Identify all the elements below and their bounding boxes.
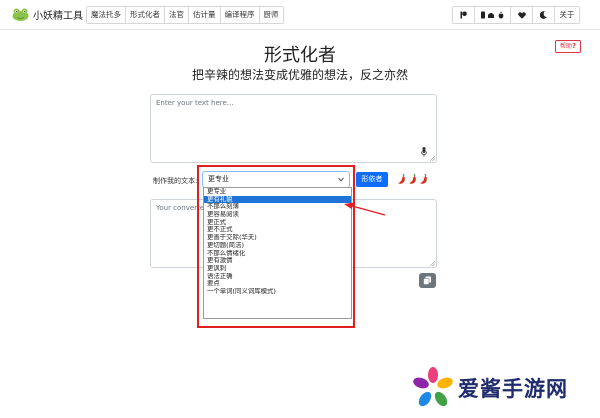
page-subtitle: 把辛辣的想法变成优雅的想法，反之亦然 <box>191 68 408 82</box>
chili-pepper-icon <box>409 173 416 184</box>
platforms-button[interactable] <box>475 7 511 23</box>
nav-tabs: 魔法托多 形式化者 法官 估计量 编译程序 厨师 <box>86 6 284 24</box>
nav-item-judge[interactable]: 法官 <box>165 7 189 23</box>
chili-pepper-icon <box>398 173 405 184</box>
watermark-text: 爱酱手游网 <box>458 377 568 401</box>
copy-icon <box>423 276 431 285</box>
flower-logo-icon <box>413 367 453 407</box>
annotation-arrow-icon <box>344 202 386 216</box>
style-label: 制作我的文本: <box>153 177 198 185</box>
copy-button[interactable] <box>419 273 436 288</box>
nav-right-tools: 关于 <box>452 6 580 24</box>
pin-icon <box>460 11 467 19</box>
chili-pepper-icon <box>420 173 427 184</box>
brand[interactable]: 小妖精工具 <box>12 7 83 22</box>
annotation-highlight-box <box>197 165 355 328</box>
pin-button[interactable] <box>453 7 475 23</box>
heart-icon <box>517 11 526 19</box>
nav-item-chef[interactable]: 厨师 <box>259 7 283 23</box>
theme-toggle-button[interactable] <box>533 7 555 23</box>
page-title: 形式化者 <box>264 45 336 66</box>
brand-name: 小妖精工具 <box>33 11 83 22</box>
nav-item-formalizer[interactable]: 形式化者 <box>126 7 165 23</box>
heart-button[interactable] <box>511 7 533 23</box>
input-textarea[interactable]: Enter your text here... <box>150 94 437 163</box>
frog-logo-icon <box>12 8 29 21</box>
input-placeholder: Enter your text here... <box>156 99 234 107</box>
nav-item-compiler[interactable]: 编译程序 <box>220 7 260 23</box>
navbar: 小妖精工具 魔法托多 形式化者 法官 估计量 编译程序 厨师 关于 <box>0 0 600 30</box>
resize-handle[interactable] <box>430 156 435 161</box>
convert-button[interactable]: 形依者 <box>356 172 388 187</box>
mic-icon[interactable] <box>421 147 427 157</box>
resize-handle[interactable] <box>430 261 435 266</box>
about-link[interactable]: 关于 <box>555 7 579 23</box>
watermark: 爱酱手游网 <box>412 366 568 410</box>
moon-icon <box>540 11 547 19</box>
nav-item-magic-todo[interactable]: 魔法托多 <box>87 7 126 23</box>
spice-level[interactable] <box>397 173 430 185</box>
platform-icons <box>480 11 503 19</box>
nav-item-estimator[interactable]: 估计量 <box>189 7 221 23</box>
